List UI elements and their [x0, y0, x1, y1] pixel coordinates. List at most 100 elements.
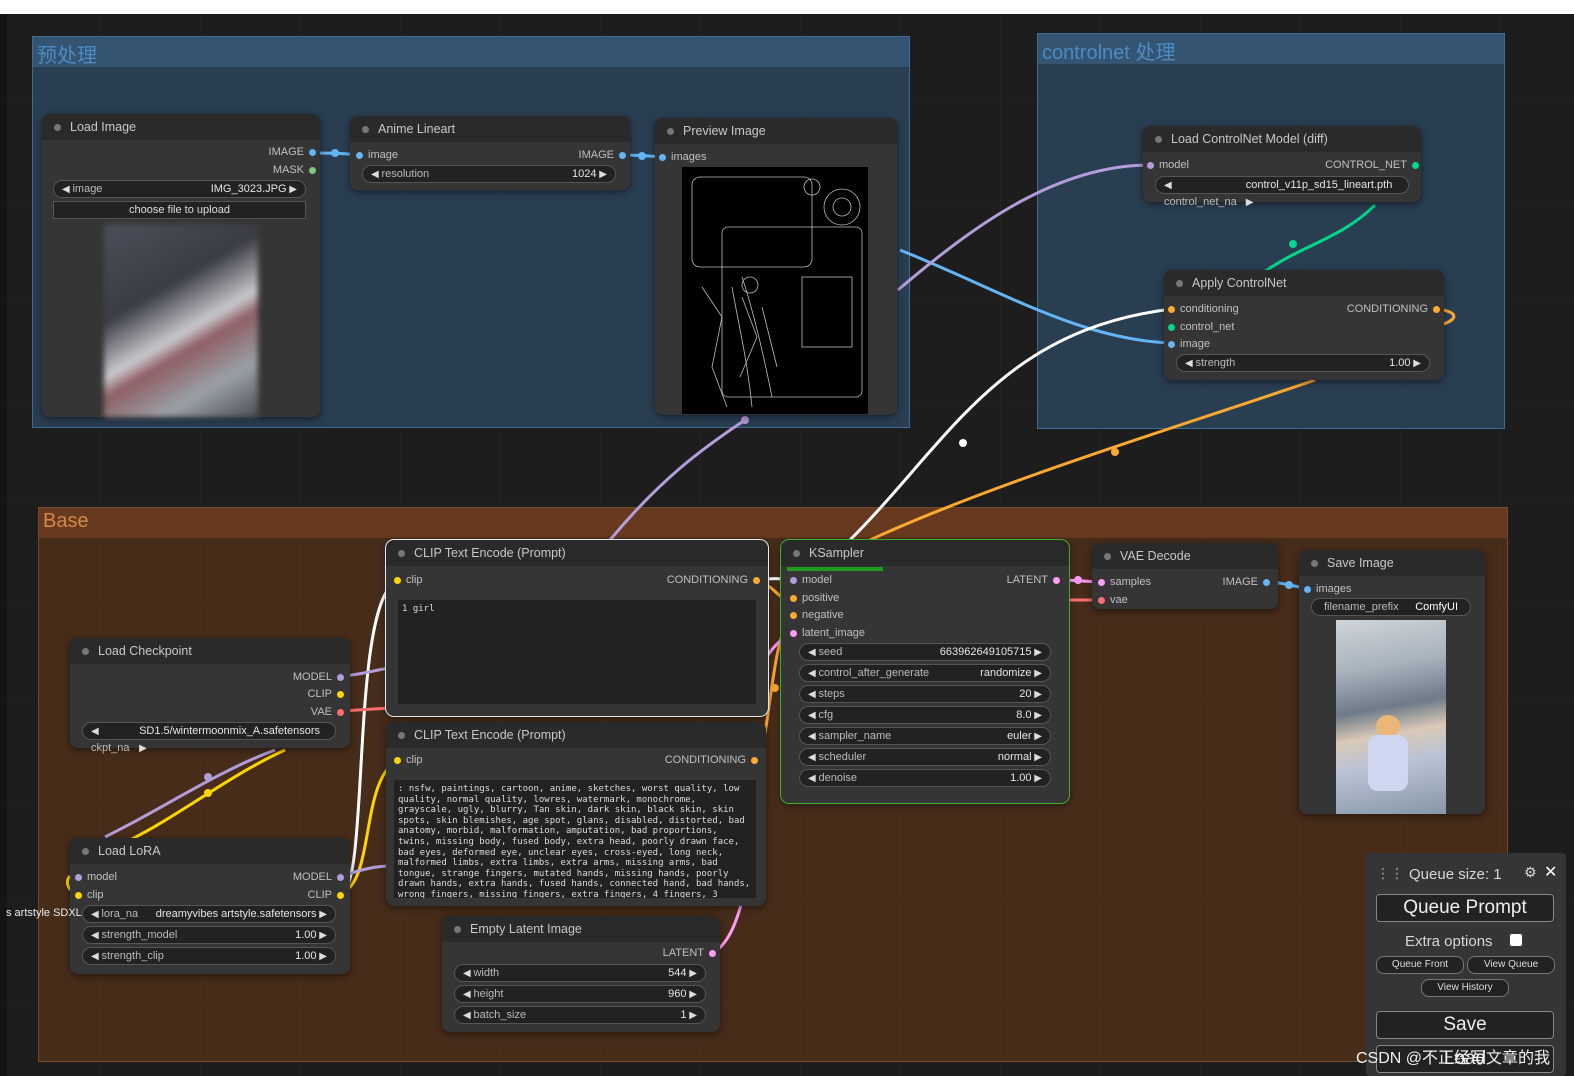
collapse-dot[interactable] [362, 125, 369, 133]
input-model[interactable]: model [75, 870, 117, 884]
group-base[interactable]: Base [38, 507, 1508, 1062]
height-widget[interactable]: height 960 [454, 985, 706, 1003]
input-negative[interactable]: negative [790, 608, 844, 622]
input-images[interactable]: images [659, 150, 706, 164]
input-clip[interactable]: clip [75, 888, 104, 902]
node-apply-controlnet[interactable]: Apply ControlNet conditioning control_ne… [1164, 270, 1444, 380]
close-icon[interactable]: ✕ [1544, 862, 1557, 882]
node-clip-text-positive[interactable]: CLIP Text Encode (Prompt) clip CONDITION… [385, 539, 769, 717]
output-model[interactable]: MODEL [293, 670, 344, 684]
collapse-dot[interactable] [398, 549, 405, 557]
sampler-name-widget[interactable]: sampler_name euler [799, 727, 1051, 745]
node-title[interactable]: Load Image [42, 114, 320, 140]
input-clip[interactable]: clip [394, 573, 423, 587]
input-image[interactable]: image [1168, 337, 1210, 351]
collapse-dot[interactable] [54, 123, 61, 131]
input-images[interactable]: images [1304, 582, 1351, 596]
input-conditioning[interactable]: conditioning [1168, 302, 1239, 316]
input-vae[interactable]: vae [1098, 593, 1128, 607]
view-history-button[interactable]: View History [1421, 979, 1509, 997]
node-empty-latent[interactable]: Empty Latent Image LATENT width 544 heigh… [442, 916, 720, 1032]
strength-model-widget[interactable]: strength_model 1.00 [82, 926, 336, 944]
output-conditioning[interactable]: CONDITIONING [667, 573, 760, 587]
collapse-dot[interactable] [454, 925, 461, 933]
input-samples[interactable]: samples [1098, 575, 1151, 589]
node-title[interactable]: Load ControlNet Model (diff) [1143, 126, 1421, 152]
output-clip[interactable]: CLIP [308, 888, 344, 902]
extra-options-checkbox[interactable] [1510, 934, 1522, 946]
collapse-dot[interactable] [1155, 135, 1162, 143]
node-title[interactable]: CLIP Text Encode (Prompt) [386, 540, 768, 566]
output-conditioning[interactable]: CONDITIONING [665, 753, 758, 767]
node-load-controlnet[interactable]: Load ControlNet Model (diff) model CONTR… [1143, 126, 1421, 208]
input-latent-image[interactable]: latent_image [790, 626, 865, 640]
collapse-dot[interactable] [82, 647, 89, 655]
cfg-widget[interactable]: cfg 8.0 [799, 706, 1051, 724]
ckpt-combo[interactable]: ckpt_naSD1.5/wintermoonmix_A.safetensors [82, 722, 336, 754]
queue-front-button[interactable]: Queue Front [1376, 956, 1464, 974]
node-anime-lineart[interactable]: Anime Lineart image IMAGE resolution 1024 [350, 116, 630, 190]
collapse-dot[interactable] [398, 731, 405, 739]
input-positive[interactable]: positive [790, 591, 839, 605]
width-widget[interactable]: width 544 [454, 964, 706, 982]
filename-prefix-widget[interactable]: filename_prefix ComfyUI [1311, 598, 1471, 616]
collapse-dot[interactable] [1176, 279, 1183, 287]
denoise-widget[interactable]: denoise 1.00 [799, 769, 1051, 787]
output-clip[interactable]: CLIP [308, 687, 344, 701]
node-title[interactable]: Empty Latent Image [442, 916, 720, 942]
resolution-widget[interactable]: resolution 1024 [362, 165, 616, 183]
drag-handle-icon[interactable]: ⋮⋮ [1376, 865, 1404, 882]
image-combo[interactable]: image IMG_3023.JPG [53, 180, 306, 198]
output-image[interactable]: IMAGE [1223, 575, 1270, 589]
output-latent[interactable]: LATENT [663, 946, 716, 960]
node-clip-text-negative[interactable]: CLIP Text Encode (Prompt) clip CONDITION… [386, 722, 766, 906]
output-latent[interactable]: LATENT [1007, 573, 1060, 587]
strength-widget[interactable]: strength 1.00 [1176, 354, 1430, 372]
output-image[interactable]: IMAGE [269, 145, 316, 159]
batch-size-widget[interactable]: batch_size 1 [454, 1006, 706, 1024]
input-clip[interactable]: clip [394, 753, 423, 767]
strength-clip-widget[interactable]: strength_clip 1.00 [82, 947, 336, 965]
output-control-net[interactable]: CONTROL_NET [1325, 158, 1419, 172]
node-title[interactable]: VAE Decode [1092, 543, 1278, 569]
node-vae-decode[interactable]: VAE Decode samples vae IMAGE [1092, 543, 1278, 609]
input-control-net[interactable]: control_net [1168, 320, 1234, 334]
input-image[interactable]: image [356, 148, 398, 162]
scheduler-widget[interactable]: scheduler normal [799, 748, 1051, 766]
queue-prompt-button[interactable]: Queue Prompt [1376, 894, 1554, 922]
node-title[interactable]: Preview Image [655, 118, 897, 144]
seed-widget[interactable]: seed 663962649105715 [799, 643, 1051, 661]
prompt-textarea[interactable]: 1 girl [398, 600, 756, 704]
view-queue-button[interactable]: View Queue [1467, 956, 1555, 974]
node-title[interactable]: Anime Lineart [350, 116, 630, 142]
steps-widget[interactable]: steps 20 [799, 685, 1051, 703]
output-mask[interactable]: MASK [273, 163, 316, 177]
collapse-dot[interactable] [1311, 559, 1318, 567]
output-conditioning[interactable]: CONDITIONING [1347, 302, 1440, 316]
output-vae[interactable]: VAE [311, 705, 344, 719]
node-load-image[interactable]: Load Image IMAGE MASK imageIMG_3023.JPG … [42, 114, 320, 417]
node-title[interactable]: CLIP Text Encode (Prompt) [386, 722, 766, 748]
collapse-dot[interactable] [793, 549, 800, 557]
save-button[interactable]: Save [1376, 1011, 1554, 1039]
upload-button[interactable]: choose file to upload [53, 201, 306, 219]
collapse-dot[interactable] [667, 127, 674, 135]
input-model[interactable]: model [1147, 158, 1189, 172]
output-model[interactable]: MODEL [293, 870, 344, 884]
gear-icon[interactable]: ⚙ [1524, 864, 1537, 881]
input-model[interactable]: model [790, 573, 832, 587]
lora-combo[interactable]: lora_na dreamyvibes artstyle.safetensors [82, 905, 336, 923]
node-title[interactable]: Save Image [1299, 550, 1485, 576]
node-load-lora[interactable]: Load LoRA model clip MODEL CLIP s artsty… [6, 838, 350, 974]
node-title[interactable]: Load Checkpoint [70, 638, 350, 664]
control-after-generate-widget[interactable]: control_after_generate randomize [799, 664, 1051, 682]
collapse-dot[interactable] [1104, 552, 1111, 560]
node-save-image[interactable]: Save Image images filename_prefix ComfyUI [1299, 550, 1485, 814]
node-preview-image[interactable]: Preview Image images [655, 118, 897, 415]
negative-prompt-textarea[interactable]: : nsfw, paintings, cartoon, anime, sketc… [394, 780, 756, 898]
collapse-dot[interactable] [82, 847, 89, 855]
node-title[interactable]: KSampler [781, 540, 1069, 566]
controlnet-combo[interactable]: control_net_nacontrol_v11p_sd15_lineart.… [1155, 176, 1409, 208]
output-image[interactable]: IMAGE [579, 148, 626, 162]
node-title[interactable]: Apply ControlNet [1164, 270, 1444, 296]
